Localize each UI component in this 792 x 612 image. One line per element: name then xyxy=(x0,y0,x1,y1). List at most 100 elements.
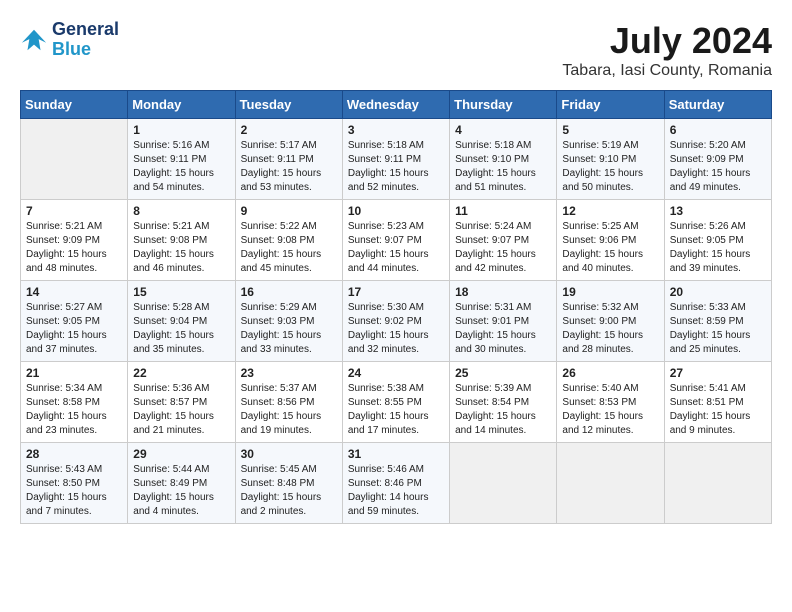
calendar-day-cell: 9Sunrise: 5:22 AM Sunset: 9:08 PM Daylig… xyxy=(235,200,342,281)
day-number: 20 xyxy=(670,285,766,299)
calendar-day-cell: 5 Sunrise: 5:19 AM Sunset: 9:10 PM Daylig… xyxy=(557,119,664,200)
calendar-day-cell: 1 Sunrise: 5:16 AM Sunset: 9:11 PM Daylig… xyxy=(128,119,235,200)
calendar-day-cell: 10 Sunrise: 5:23 AM Sunset: 9:07 PM Dayli… xyxy=(342,200,449,281)
calendar-day-cell: 19 Sunrise: 5:32 AM Sunset: 9:00 PM Dayli… xyxy=(557,281,664,362)
day-info: Sunrise: 5:18 AM Sunset: 9:10 PM Dayligh… xyxy=(455,139,551,195)
calendar-header-cell: Saturday xyxy=(664,91,771,119)
calendar-header-cell: Sunday xyxy=(21,91,128,119)
day-number: 16 xyxy=(241,285,337,299)
day-number: 1 xyxy=(133,123,229,137)
calendar-day-cell: 6 Sunrise: 5:20 AM Sunset: 9:09 PM Daylig… xyxy=(664,119,771,200)
day-number: 2 xyxy=(241,123,337,137)
calendar-day-cell: 7 Sunrise: 5:21 AM Sunset: 9:09 PM Daylig… xyxy=(21,200,128,281)
calendar-header-cell: Thursday xyxy=(450,91,557,119)
page-header: General Blue July 2024 Tabara, Iasi Coun… xyxy=(20,20,772,80)
calendar-header-cell: Wednesday xyxy=(342,91,449,119)
day-number: 27 xyxy=(670,366,766,380)
day-info: Sunrise: 5:16 AM Sunset: 9:11 PM Dayligh… xyxy=(133,139,229,195)
page-subtitle: Tabara, Iasi County, Romania xyxy=(562,62,772,80)
calendar-day-cell: 11 Sunrise: 5:24 AM Sunset: 9:07 PM Dayli… xyxy=(450,200,557,281)
calendar-day-cell: 17Sunrise: 5:30 AM Sunset: 9:02 PM Dayli… xyxy=(342,281,449,362)
day-info: Sunrise: 5:44 AM Sunset: 8:49 PM Dayligh… xyxy=(133,463,229,519)
day-number: 7 xyxy=(26,204,122,218)
calendar-day-cell xyxy=(557,443,664,524)
page-title: July 2024 xyxy=(562,20,772,62)
calendar-week-row: 14 Sunrise: 5:27 AM Sunset: 9:05 PM Dayli… xyxy=(21,281,772,362)
calendar-day-cell: 3 Sunrise: 5:18 AM Sunset: 9:11 PM Daylig… xyxy=(342,119,449,200)
day-info: Sunrise: 5:43 AM Sunset: 8:50 PM Dayligh… xyxy=(26,463,122,519)
day-number: 22 xyxy=(133,366,229,380)
day-info: Sunrise: 5:29 AM Sunset: 9:03 PM Dayligh… xyxy=(241,301,337,357)
day-info: Sunrise: 5:28 AM Sunset: 9:04 PM Dayligh… xyxy=(133,301,229,357)
calendar-day-cell: 18Sunrise: 5:31 AM Sunset: 9:01 PM Dayli… xyxy=(450,281,557,362)
day-number: 14 xyxy=(26,285,122,299)
day-number: 31 xyxy=(348,447,444,461)
day-number: 25 xyxy=(455,366,551,380)
day-number: 5 xyxy=(562,123,658,137)
day-number: 29 xyxy=(133,447,229,461)
day-info: Sunrise: 5:37 AM Sunset: 8:56 PM Dayligh… xyxy=(241,382,337,438)
title-block: July 2024 Tabara, Iasi County, Romania xyxy=(562,20,772,80)
day-info: Sunrise: 5:18 AM Sunset: 9:11 PM Dayligh… xyxy=(348,139,444,195)
day-number: 12 xyxy=(562,204,658,218)
calendar-day-cell: 24 Sunrise: 5:38 AM Sunset: 8:55 PM Dayli… xyxy=(342,362,449,443)
calendar-day-cell: 14 Sunrise: 5:27 AM Sunset: 9:05 PM Dayli… xyxy=(21,281,128,362)
day-info: Sunrise: 5:39 AM Sunset: 8:54 PM Dayligh… xyxy=(455,382,551,438)
logo-icon xyxy=(20,26,48,54)
day-info: Sunrise: 5:20 AM Sunset: 9:09 PM Dayligh… xyxy=(670,139,766,195)
day-info: Sunrise: 5:17 AM Sunset: 9:11 PM Dayligh… xyxy=(241,139,337,195)
day-number: 10 xyxy=(348,204,444,218)
calendar-day-cell: 28Sunrise: 5:43 AM Sunset: 8:50 PM Dayli… xyxy=(21,443,128,524)
calendar-body: 1 Sunrise: 5:16 AM Sunset: 9:11 PM Daylig… xyxy=(21,119,772,524)
day-info: Sunrise: 5:33 AM Sunset: 8:59 PM Dayligh… xyxy=(670,301,766,357)
day-number: 18 xyxy=(455,285,551,299)
day-info: Sunrise: 5:32 AM Sunset: 9:00 PM Dayligh… xyxy=(562,301,658,357)
day-info: Sunrise: 5:19 AM Sunset: 9:10 PM Dayligh… xyxy=(562,139,658,195)
calendar-header-cell: Tuesday xyxy=(235,91,342,119)
calendar-day-cell: 30Sunrise: 5:45 AM Sunset: 8:48 PM Dayli… xyxy=(235,443,342,524)
day-info: Sunrise: 5:38 AM Sunset: 8:55 PM Dayligh… xyxy=(348,382,444,438)
day-info: Sunrise: 5:46 AM Sunset: 8:46 PM Dayligh… xyxy=(348,463,444,519)
calendar-day-cell xyxy=(21,119,128,200)
calendar-day-cell xyxy=(450,443,557,524)
calendar-week-row: 28Sunrise: 5:43 AM Sunset: 8:50 PM Dayli… xyxy=(21,443,772,524)
day-number: 15 xyxy=(133,285,229,299)
day-number: 6 xyxy=(670,123,766,137)
day-number: 26 xyxy=(562,366,658,380)
logo: General Blue xyxy=(20,20,119,60)
day-info: Sunrise: 5:30 AM Sunset: 9:02 PM Dayligh… xyxy=(348,301,444,357)
calendar-day-cell: 23 Sunrise: 5:37 AM Sunset: 8:56 PM Dayli… xyxy=(235,362,342,443)
day-number: 23 xyxy=(241,366,337,380)
calendar-day-cell: 20 Sunrise: 5:33 AM Sunset: 8:59 PM Dayli… xyxy=(664,281,771,362)
day-number: 24 xyxy=(348,366,444,380)
day-info: Sunrise: 5:21 AM Sunset: 9:09 PM Dayligh… xyxy=(26,220,122,276)
calendar-day-cell: 26 Sunrise: 5:40 AM Sunset: 8:53 PM Dayli… xyxy=(557,362,664,443)
day-number: 13 xyxy=(670,204,766,218)
day-info: Sunrise: 5:23 AM Sunset: 9:07 PM Dayligh… xyxy=(348,220,444,276)
day-info: Sunrise: 5:22 AM Sunset: 9:08 PM Dayligh… xyxy=(241,220,337,276)
day-info: Sunrise: 5:25 AM Sunset: 9:06 PM Dayligh… xyxy=(562,220,658,276)
calendar-day-cell: 27Sunrise: 5:41 AM Sunset: 8:51 PM Dayli… xyxy=(664,362,771,443)
day-number: 4 xyxy=(455,123,551,137)
day-number: 3 xyxy=(348,123,444,137)
calendar-day-cell: 2 Sunrise: 5:17 AM Sunset: 9:11 PM Daylig… xyxy=(235,119,342,200)
day-info: Sunrise: 5:27 AM Sunset: 9:05 PM Dayligh… xyxy=(26,301,122,357)
calendar-day-cell: 29 Sunrise: 5:44 AM Sunset: 8:49 PM Dayli… xyxy=(128,443,235,524)
day-number: 19 xyxy=(562,285,658,299)
calendar-day-cell: 8 Sunrise: 5:21 AM Sunset: 9:08 PM Daylig… xyxy=(128,200,235,281)
day-number: 11 xyxy=(455,204,551,218)
day-info: Sunrise: 5:24 AM Sunset: 9:07 PM Dayligh… xyxy=(455,220,551,276)
day-info: Sunrise: 5:40 AM Sunset: 8:53 PM Dayligh… xyxy=(562,382,658,438)
day-info: Sunrise: 5:21 AM Sunset: 9:08 PM Dayligh… xyxy=(133,220,229,276)
calendar-day-cell: 4 Sunrise: 5:18 AM Sunset: 9:10 PM Daylig… xyxy=(450,119,557,200)
day-info: Sunrise: 5:36 AM Sunset: 8:57 PM Dayligh… xyxy=(133,382,229,438)
calendar-day-cell: 12 Sunrise: 5:25 AM Sunset: 9:06 PM Dayli… xyxy=(557,200,664,281)
calendar-day-cell: 13Sunrise: 5:26 AM Sunset: 9:05 PM Dayli… xyxy=(664,200,771,281)
calendar-day-cell: 22 Sunrise: 5:36 AM Sunset: 8:57 PM Dayli… xyxy=(128,362,235,443)
day-number: 21 xyxy=(26,366,122,380)
day-info: Sunrise: 5:34 AM Sunset: 8:58 PM Dayligh… xyxy=(26,382,122,438)
calendar-day-cell: 25 Sunrise: 5:39 AM Sunset: 8:54 PM Dayli… xyxy=(450,362,557,443)
calendar-day-cell: 15 Sunrise: 5:28 AM Sunset: 9:04 PM Dayli… xyxy=(128,281,235,362)
calendar-header-cell: Friday xyxy=(557,91,664,119)
day-number: 8 xyxy=(133,204,229,218)
